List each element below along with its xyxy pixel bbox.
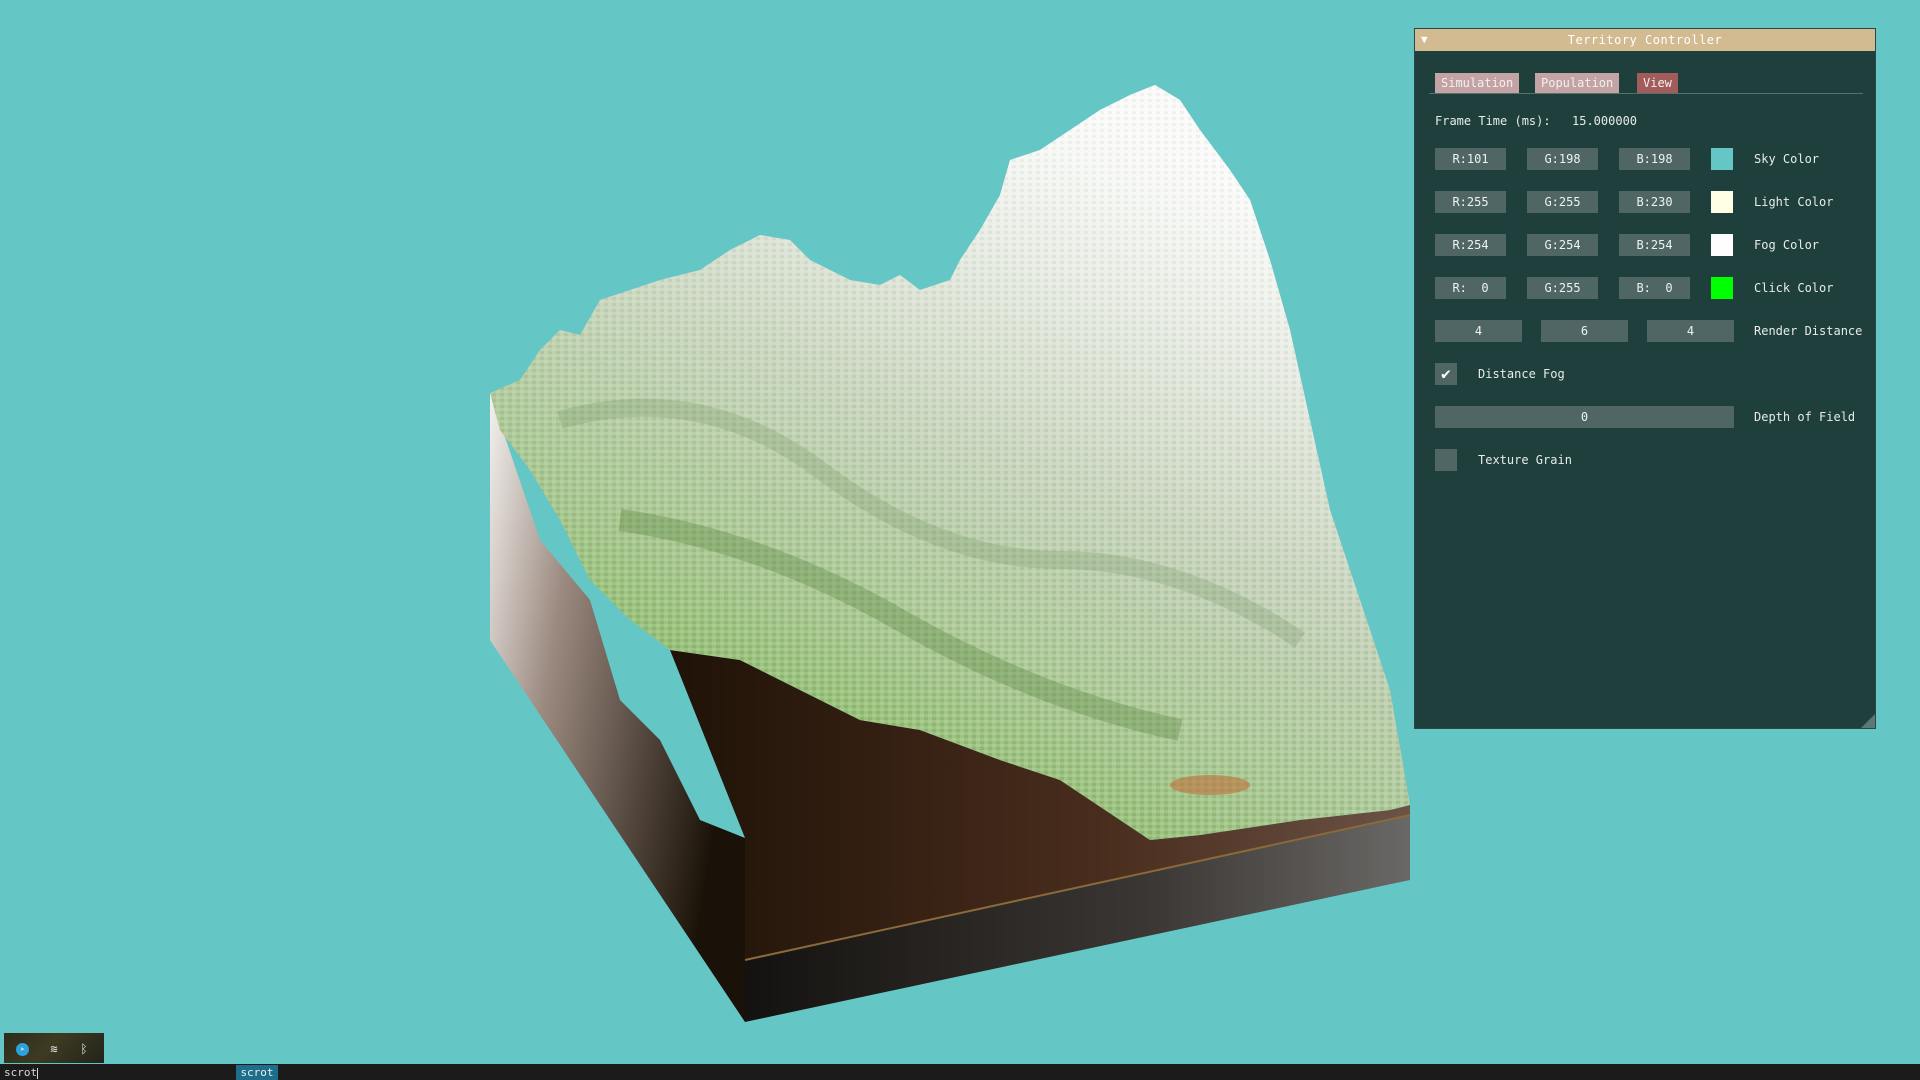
collapse-arrow-icon[interactable]: ▼ (1421, 29, 1428, 51)
taskbar (0, 1064, 1920, 1080)
frame-time-value: 15.000000 (1572, 114, 1638, 128)
light-color-r-field[interactable]: R:255 (1435, 191, 1506, 213)
tab-simulation[interactable]: Simulation (1435, 73, 1520, 93)
frame-time-label: Frame Time (ms): (1435, 114, 1551, 128)
texture-grain-label: Texture Grain (1478, 453, 1572, 467)
sky-color-swatch[interactable] (1711, 148, 1733, 170)
tab-population[interactable]: Population (1535, 73, 1620, 93)
fog-color-r-field[interactable]: R:254 (1435, 234, 1506, 256)
click-color-g-field[interactable]: G:255 (1527, 277, 1598, 299)
bluetooth-icon[interactable]: ᛒ (76, 1041, 92, 1057)
command-input[interactable]: scrot (4, 1066, 39, 1080)
fog-color-b-field[interactable]: B:254 (1619, 234, 1690, 256)
render-distance-label: Render Distance (1754, 324, 1863, 338)
distance-fog-label: Distance Fog (1478, 367, 1565, 381)
system-tray: ➤ ≋ ᛒ (4, 1033, 104, 1063)
light-color-swatch[interactable] (1711, 191, 1733, 213)
text-cursor (37, 1067, 39, 1079)
click-color-r-field[interactable]: R: 0 (1435, 277, 1506, 299)
sky-color-label: Sky Color (1754, 152, 1820, 166)
light-color-label: Light Color (1754, 195, 1834, 209)
tab-view[interactable]: View (1637, 73, 1678, 93)
render-distance-z-field[interactable]: 4 (1647, 320, 1734, 342)
render-distance-x-field[interactable]: 4 (1435, 320, 1522, 342)
depth-of-field-slider[interactable]: 0 (1435, 406, 1734, 428)
telegram-icon[interactable]: ➤ (16, 1043, 29, 1056)
light-color-b-field[interactable]: B:230 (1619, 191, 1690, 213)
territory-controller-panel: ▼ Territory Controller Simulation Popula… (1414, 28, 1876, 729)
panel-title: Territory Controller (1567, 33, 1723, 47)
fog-color-label: Fog Color (1754, 238, 1820, 252)
render-distance-y-field[interactable]: 6 (1541, 320, 1628, 342)
panel-title-bar[interactable]: ▼ Territory Controller (1415, 29, 1875, 51)
sky-color-g-field[interactable]: G:198 (1527, 148, 1598, 170)
command-text: scrot (4, 1066, 38, 1079)
window-tab-scrot[interactable]: scrot (236, 1065, 278, 1080)
light-color-g-field[interactable]: G:255 (1527, 191, 1598, 213)
texture-grain-checkbox[interactable] (1435, 449, 1457, 471)
wifi-icon[interactable]: ≋ (46, 1041, 62, 1057)
sky-color-b-field[interactable]: B:198 (1619, 148, 1690, 170)
checkmark-icon: ✔ (1441, 364, 1451, 383)
fog-color-swatch[interactable] (1711, 234, 1733, 256)
click-color-swatch[interactable] (1711, 277, 1733, 299)
distance-fog-checkbox[interactable]: ✔ (1435, 363, 1457, 385)
click-color-label: Click Color (1754, 281, 1834, 295)
depth-of-field-label: Depth of Field (1754, 410, 1856, 424)
sky-color-r-field[interactable]: R:101 (1435, 148, 1506, 170)
resize-grip[interactable] (1861, 714, 1875, 728)
click-color-b-field[interactable]: B: 0 (1619, 277, 1690, 299)
tab-bar-divider (1429, 93, 1863, 94)
fog-color-g-field[interactable]: G:254 (1527, 234, 1598, 256)
